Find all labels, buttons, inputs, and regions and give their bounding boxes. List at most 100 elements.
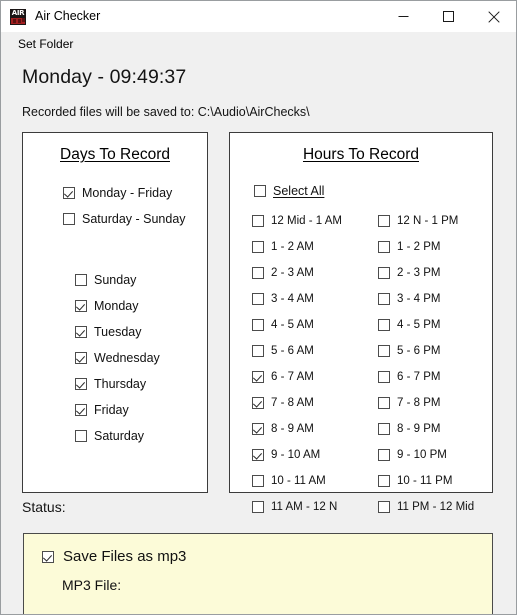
hour-6-7-pm-checkbox[interactable] <box>378 371 390 383</box>
hour-1-2-am-checkbox[interactable] <box>252 241 264 253</box>
hour-4-5-pm-row[interactable]: 4 - 5 PM <box>378 319 440 331</box>
save-files-as-mp3-row[interactable]: Save Files as mp3 <box>42 548 186 565</box>
close-button[interactable] <box>471 1 516 32</box>
hour-2-3-pm-row[interactable]: 2 - 3 PM <box>378 267 440 279</box>
day-sunday-checkbox[interactable] <box>75 274 87 286</box>
hour-11-pm-12-mid-label: 11 PM - 12 Mid <box>397 501 475 513</box>
hour-10-11-am-checkbox[interactable] <box>252 475 264 487</box>
hour-7-8-pm-checkbox[interactable] <box>378 397 390 409</box>
hour-5-6-am-row[interactable]: 5 - 6 AM <box>252 345 314 357</box>
hour-6-7-pm-row[interactable]: 6 - 7 PM <box>378 371 440 383</box>
hour-9-10-pm-row[interactable]: 9 - 10 PM <box>378 449 447 461</box>
hour-11-pm-12-mid-checkbox[interactable] <box>378 501 390 513</box>
app-icon-waveform <box>11 17 25 24</box>
hour-8-9-pm-row[interactable]: 8 - 9 PM <box>378 423 440 435</box>
day-tuesday-row[interactable]: Tuesday <box>75 325 141 339</box>
hour-11-pm-12-mid-row[interactable]: 11 PM - 12 Mid <box>378 501 474 513</box>
hour-7-8-am-row[interactable]: 7 - 8 AM <box>252 397 314 409</box>
day-saturday-checkbox[interactable] <box>75 430 87 442</box>
day-saturday-label: Saturday <box>94 429 145 443</box>
hour-11-am-12-n-row[interactable]: 11 AM - 12 N <box>252 501 337 513</box>
save-path-label: Recorded files will be saved to: C:\Audi… <box>22 105 310 119</box>
day-friday-label: Friday <box>94 403 129 417</box>
day-friday-checkbox[interactable] <box>75 404 87 416</box>
menu-item-set-folder[interactable]: Set Folder <box>15 35 76 53</box>
day-preset-monday-friday-row[interactable]: Monday - Friday <box>63 186 172 200</box>
hour-8-9-pm-checkbox[interactable] <box>378 423 390 435</box>
hour-4-5-pm-label: 4 - 5 PM <box>397 319 441 331</box>
maximize-icon <box>443 11 454 22</box>
hour-7-8-pm-row[interactable]: 7 - 8 PM <box>378 397 440 409</box>
hour-8-9-am-checkbox[interactable] <box>252 423 264 435</box>
day-monday-row[interactable]: Monday <box>75 299 138 313</box>
hour-3-4-am-checkbox[interactable] <box>252 293 264 305</box>
application-window: AIR Air Checker Set Folder Monday - 09:4… <box>0 0 517 615</box>
hour-6-7-pm-label: 6 - 7 PM <box>397 371 441 383</box>
hour-1-2-am-row[interactable]: 1 - 2 AM <box>252 241 314 253</box>
day-preset-saturday-sunday-checkbox[interactable] <box>63 213 75 225</box>
day-saturday-row[interactable]: Saturday <box>75 429 144 443</box>
hour-2-3-pm-checkbox[interactable] <box>378 267 390 279</box>
day-sunday-row[interactable]: Sunday <box>75 273 136 287</box>
hour-11-am-12-n-label: 11 AM - 12 N <box>271 501 338 513</box>
hours-panel-title: Hours To Record <box>230 146 492 164</box>
hour-5-6-pm-row[interactable]: 5 - 6 PM <box>378 345 440 357</box>
day-tuesday-checkbox[interactable] <box>75 326 87 338</box>
status-label: Status: <box>22 499 66 515</box>
close-icon <box>487 10 500 23</box>
hour-2-3-am-checkbox[interactable] <box>252 267 264 279</box>
hour-12-mid-1-am-row[interactable]: 12 Mid - 1 AM <box>252 215 342 227</box>
minimize-button[interactable] <box>381 1 426 32</box>
hour-1-2-pm-checkbox[interactable] <box>378 241 390 253</box>
hour-8-9-am-row[interactable]: 8 - 9 AM <box>252 423 314 435</box>
hours-panel-title-text: Hours To Record <box>302 146 419 163</box>
day-thursday-checkbox[interactable] <box>75 378 87 390</box>
hour-10-11-am-row[interactable]: 10 - 11 AM <box>252 475 326 487</box>
hour-3-4-pm-checkbox[interactable] <box>378 293 390 305</box>
hour-2-3-am-row[interactable]: 2 - 3 AM <box>252 267 314 279</box>
hour-9-10-am-row[interactable]: 9 - 10 AM <box>252 449 320 461</box>
status-output-panel: Save Files as mp3 MP3 File: <box>23 533 493 614</box>
hour-11-am-12-n-checkbox[interactable] <box>252 501 264 513</box>
window-title: Air Checker <box>35 9 101 23</box>
day-wednesday-row[interactable]: Wednesday <box>75 351 160 365</box>
hour-5-6-pm-checkbox[interactable] <box>378 345 390 357</box>
hour-6-7-am-checkbox[interactable] <box>252 371 264 383</box>
hour-12-mid-1-am-checkbox[interactable] <box>252 215 264 227</box>
hour-12-mid-1-am-label: 12 Mid - 1 AM <box>271 215 342 227</box>
mp3-file-label: MP3 File: <box>62 577 122 593</box>
hour-2-3-pm-label: 2 - 3 PM <box>397 267 441 279</box>
maximize-button[interactable] <box>426 1 471 32</box>
hour-7-8-am-label: 7 - 8 AM <box>271 397 314 409</box>
day-preset-saturday-sunday-row[interactable]: Saturday - Sunday <box>63 212 186 226</box>
select-all-checkbox[interactable] <box>254 185 266 197</box>
hour-12-n-1-pm-checkbox[interactable] <box>378 215 390 227</box>
hour-8-9-pm-label: 8 - 9 PM <box>397 423 441 435</box>
day-preset-monday-friday-checkbox[interactable] <box>63 187 75 199</box>
hour-4-5-am-row[interactable]: 4 - 5 AM <box>252 319 314 331</box>
hour-6-7-am-row[interactable]: 6 - 7 AM <box>252 371 314 383</box>
save-files-as-mp3-checkbox[interactable] <box>42 550 54 563</box>
hour-3-4-am-row[interactable]: 3 - 4 AM <box>252 293 314 305</box>
hour-5-6-am-checkbox[interactable] <box>252 345 264 357</box>
app-icon-text: AIR <box>11 8 25 17</box>
hour-10-11-pm-row[interactable]: 10 - 11 PM <box>378 475 452 487</box>
day-friday-row[interactable]: Friday <box>75 403 129 417</box>
hour-4-5-am-checkbox[interactable] <box>252 319 264 331</box>
day-thursday-label: Thursday <box>94 377 147 391</box>
hour-1-2-pm-row[interactable]: 1 - 2 PM <box>378 241 440 253</box>
hour-3-4-pm-row[interactable]: 3 - 4 PM <box>378 293 440 305</box>
day-wednesday-checkbox[interactable] <box>75 352 87 364</box>
hour-9-10-am-checkbox[interactable] <box>252 449 264 461</box>
select-all-checkbox-row[interactable]: Select All <box>254 184 324 198</box>
day-thursday-row[interactable]: Thursday <box>75 377 146 391</box>
hour-4-5-pm-checkbox[interactable] <box>378 319 390 331</box>
menu-bar: Set Folder <box>1 32 516 56</box>
day-monday-checkbox[interactable] <box>75 300 87 312</box>
hour-12-n-1-pm-row[interactable]: 12 N - 1 PM <box>378 215 458 227</box>
hour-9-10-pm-checkbox[interactable] <box>378 449 390 461</box>
select-all-label: Select All <box>273 184 325 198</box>
hour-10-11-pm-checkbox[interactable] <box>378 475 390 487</box>
hour-7-8-am-checkbox[interactable] <box>252 397 264 409</box>
hours-to-record-panel: Hours To Record Select All 12 Mid - 1 AM… <box>229 132 493 513</box>
